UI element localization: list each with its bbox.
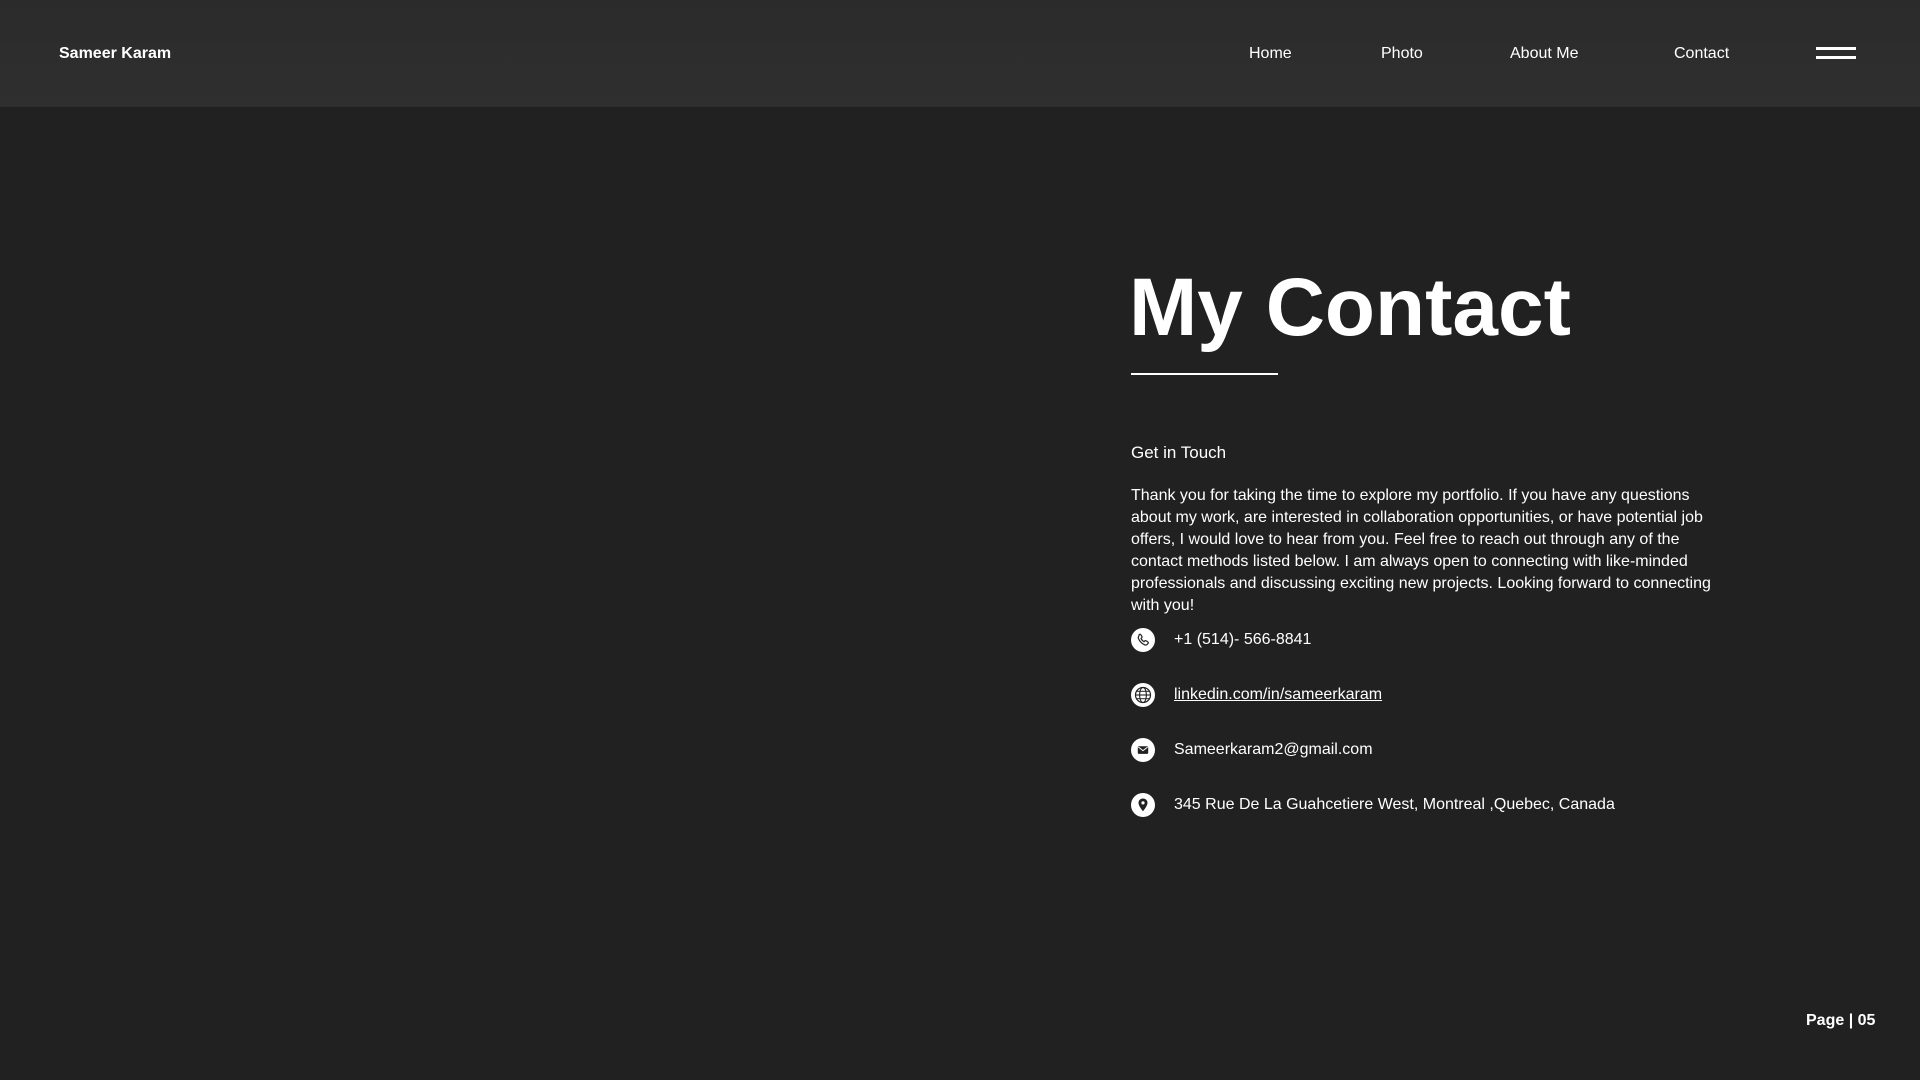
globe-icon [1131,683,1155,707]
top-navigation-bar: Sameer Karam Home Photo About Me Contact [0,0,1920,107]
hamburger-menu-icon[interactable] [1814,44,1858,62]
title-underline-divider [1131,373,1278,375]
email-icon [1131,738,1155,762]
intro-paragraph: Thank you for taking the time to explore… [1131,487,1711,614]
section-subtitle: Get in Touch [1131,443,1227,462]
page-title: My Contact [1129,262,1571,353]
contact-linkedin-row: linkedin.com/in/sameerkaram [1131,682,1382,708]
postal-address: 345 Rue De La Guahcetiere West, Montreal… [1174,796,1615,813]
phone-number: +1 (514)- 566-8841 [1174,631,1312,648]
nav-home[interactable]: Home [1249,42,1292,66]
nav-photo[interactable]: Photo [1381,42,1423,66]
contact-address-row: 345 Rue De La Guahcetiere West, Montreal… [1131,792,1615,818]
linkedin-link[interactable]: linkedin.com/in/sameerkaram [1174,683,1382,707]
location-pin-icon [1131,793,1155,817]
site-brand-name[interactable]: Sameer Karam [59,42,171,66]
nav-contact[interactable]: Contact [1674,42,1729,66]
email-address[interactable]: Sameerkaram2@gmail.com [1174,738,1373,762]
contact-phone-row: +1 (514)- 566-8841 [1131,627,1311,653]
nav-about-me[interactable]: About Me [1510,42,1578,66]
contact-email-row: Sameerkaram2@gmail.com [1131,737,1373,763]
page-number: Page | 05 [1806,1012,1876,1029]
phone-icon [1131,628,1155,652]
